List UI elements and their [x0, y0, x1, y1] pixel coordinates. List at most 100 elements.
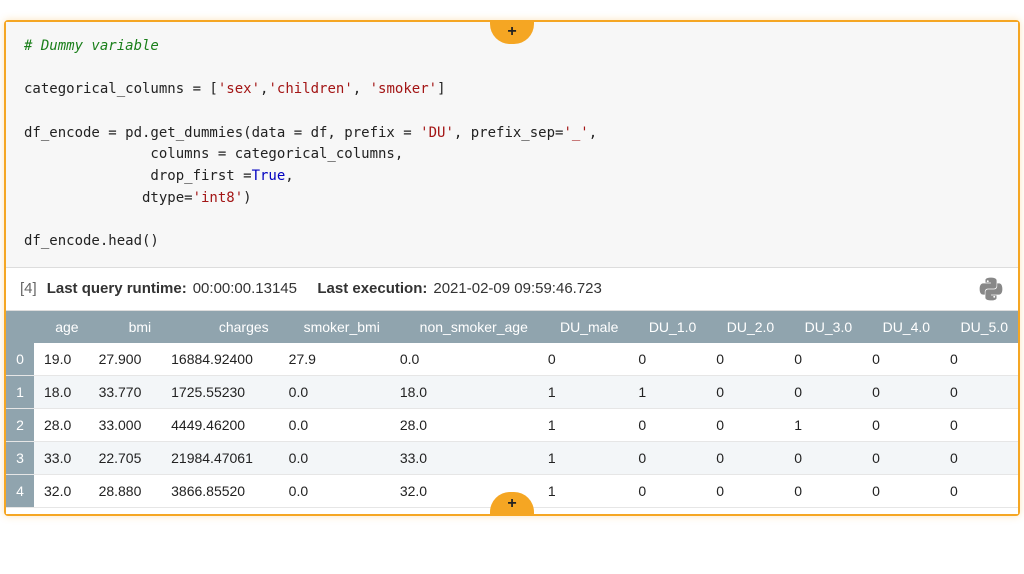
table-cell: 0 [706, 343, 784, 376]
table-cell: 0 [628, 343, 706, 376]
execution-value: 2021-02-09 09:59:46.723 [433, 280, 601, 297]
table-cell: 1 [538, 408, 629, 441]
code-string: 'sex' [218, 81, 260, 97]
table-cell: 4449.46200 [161, 408, 279, 441]
row-index: 2 [6, 408, 34, 441]
table-column-header: charges [161, 311, 279, 343]
table-cell: 0 [706, 375, 784, 408]
table-column-header: age [34, 311, 89, 343]
table-cell: 33.000 [89, 408, 162, 441]
code-string: 'DU' [420, 125, 454, 141]
table-cell: 0 [940, 375, 1018, 408]
table-cell: 0.0 [279, 375, 390, 408]
plus-icon: + [507, 495, 516, 513]
code-text: columns = categorical_columns, [24, 146, 403, 162]
table-cell: 28.0 [390, 408, 538, 441]
code-text: df_encode.head() [24, 233, 159, 249]
table-cell: 18.0 [390, 375, 538, 408]
row-index: 0 [6, 343, 34, 376]
row-index: 4 [6, 474, 34, 507]
table-column-header: DU_3.0 [784, 311, 862, 343]
table-cell: 0 [628, 474, 706, 507]
execution-status-bar: [4] Last query runtime: 00:00:00.13145 L… [6, 268, 1018, 311]
table-cell: 0.0 [279, 474, 390, 507]
table-cell: 0 [628, 408, 706, 441]
notebook-cell: + # Dummy variable categorical_columns =… [4, 20, 1020, 516]
table-row: 228.033.0004449.462000.028.0100100 [6, 408, 1018, 441]
runtime-value: 00:00:00.13145 [193, 280, 297, 297]
table-cell: 33.0 [390, 441, 538, 474]
table-cell: 0.0 [390, 343, 538, 376]
table-column-header: DU_2.0 [706, 311, 784, 343]
table-cell: 21984.47061 [161, 441, 279, 474]
table-cell: 0 [862, 474, 940, 507]
table-cell: 0 [862, 343, 940, 376]
table-cell: 33.770 [89, 375, 162, 408]
table-cell: 18.0 [34, 375, 89, 408]
table-column-header: DU_4.0 [862, 311, 940, 343]
table-column-header: smoker_bmi [279, 311, 390, 343]
table-cell: 0 [628, 441, 706, 474]
code-text: categorical_columns = [ [24, 81, 218, 97]
code-text: , prefix_sep= [454, 125, 564, 141]
table-cell: 0 [940, 408, 1018, 441]
table-row: 333.022.70521984.470610.033.0100000 [6, 441, 1018, 474]
table-column-header: DU_5.0 [940, 311, 1018, 343]
table-cell: 0 [784, 474, 862, 507]
table-row: 019.027.90016884.9240027.90.0000000 [6, 343, 1018, 376]
table-cell: 0 [940, 343, 1018, 376]
table-column-header: non_smoker_age [390, 311, 538, 343]
table-cell: 0 [784, 343, 862, 376]
table-column-header: bmi [89, 311, 162, 343]
code-keyword: True [252, 168, 286, 184]
table-header-row: agebmichargessmoker_bminon_smoker_ageDU_… [6, 311, 1018, 343]
code-text: ) [243, 190, 251, 206]
table-cell: 16884.92400 [161, 343, 279, 376]
table-cell: 1725.55230 [161, 375, 279, 408]
table-cell: 0 [538, 343, 629, 376]
table-cell: 22.705 [89, 441, 162, 474]
code-string: 'int8' [193, 190, 244, 206]
table-cell: 0 [862, 408, 940, 441]
table-cell: 1 [538, 375, 629, 408]
table-cell: 0 [706, 474, 784, 507]
table-cell: 1 [628, 375, 706, 408]
runtime-label: Last query runtime: [47, 280, 187, 297]
table-cell: 0 [706, 408, 784, 441]
code-text: ] [437, 81, 445, 97]
code-comment: # Dummy variable [24, 38, 159, 54]
table-cell: 0 [940, 441, 1018, 474]
code-text: drop_first = [24, 168, 252, 184]
table-cell: 1 [538, 441, 629, 474]
table-column-header: DU_male [538, 311, 629, 343]
table-cell: 0 [784, 441, 862, 474]
table-cell: 0.0 [279, 441, 390, 474]
plus-icon: + [507, 23, 516, 41]
table-cell: 1 [538, 474, 629, 507]
table-cell: 28.0 [34, 408, 89, 441]
table-cell: 0 [862, 375, 940, 408]
row-index: 3 [6, 441, 34, 474]
code-string: '_' [563, 125, 588, 141]
table-cell: 0 [784, 375, 862, 408]
table-cell: 33.0 [34, 441, 89, 474]
output-dataframe: agebmichargessmoker_bminon_smoker_ageDU_… [6, 311, 1018, 514]
table-cell: 0 [940, 474, 1018, 507]
code-editor[interactable]: # Dummy variable categorical_columns = [… [6, 22, 1018, 268]
table-column-header: DU_1.0 [628, 311, 706, 343]
table-cell: 28.880 [89, 474, 162, 507]
code-text: , [285, 168, 293, 184]
python-icon [978, 276, 1004, 302]
table-cell: 27.9 [279, 343, 390, 376]
table-cell: 0.0 [279, 408, 390, 441]
code-text: dtype= [24, 190, 193, 206]
code-text: , [589, 125, 597, 141]
table-row: 118.033.7701725.552300.018.0110000 [6, 375, 1018, 408]
row-index: 1 [6, 375, 34, 408]
table-cell: 27.900 [89, 343, 162, 376]
code-string: 'children' [268, 81, 352, 97]
table-cell: 19.0 [34, 343, 89, 376]
dataframe-table: agebmichargessmoker_bminon_smoker_ageDU_… [6, 311, 1018, 508]
table-corner [6, 311, 34, 343]
table-cell: 1 [784, 408, 862, 441]
